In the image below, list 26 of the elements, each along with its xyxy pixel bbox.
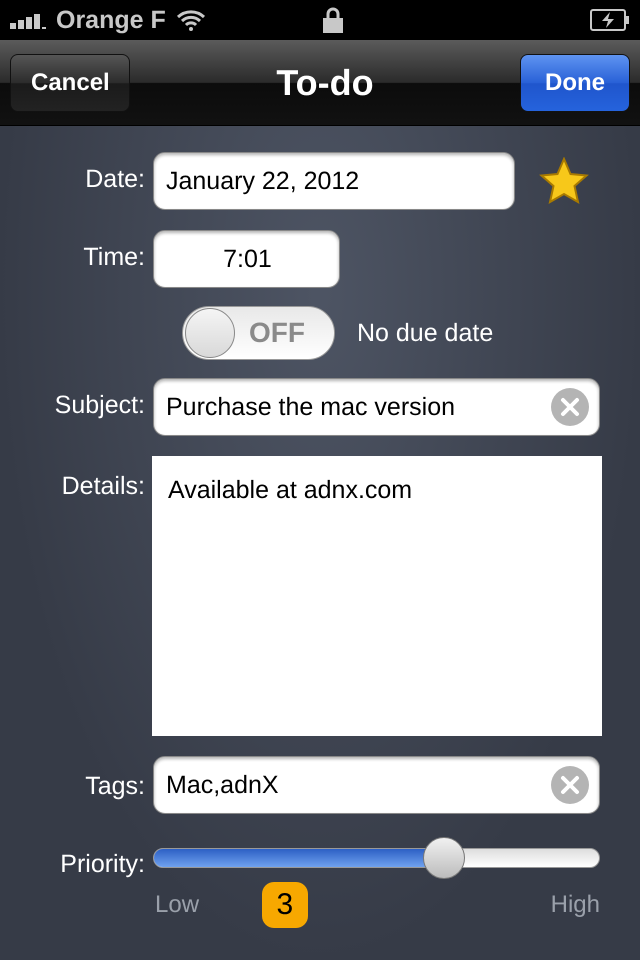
- priority-slider[interactable]: [153, 836, 600, 880]
- priority-label: Priority:: [60, 849, 145, 880]
- carrier-name: Orange F: [56, 6, 166, 34]
- screen-title: To-do: [276, 62, 374, 104]
- tags-label: Tags:: [85, 771, 145, 802]
- subject-field[interactable]: Purchase the mac version: [153, 378, 600, 436]
- priority-value: 3: [262, 882, 308, 928]
- time-field[interactable]: 7:01: [153, 230, 340, 288]
- subject-label: Subject:: [54, 390, 145, 421]
- details-label: Details:: [62, 471, 145, 502]
- battery-charging-icon: [590, 9, 630, 31]
- date-field[interactable]: January 22, 2012: [153, 152, 515, 210]
- tags-field[interactable]: Mac,adnX: [153, 756, 600, 814]
- cancel-button[interactable]: Cancel: [10, 54, 130, 112]
- no-due-date-label: No due date: [357, 318, 494, 348]
- slider-thumb[interactable]: [422, 837, 465, 879]
- wifi-icon: [176, 9, 206, 31]
- low-label: Low: [155, 891, 200, 919]
- time-label: Time:: [83, 242, 145, 273]
- signal-icon: [10, 11, 46, 29]
- details-textarea[interactable]: Available at adnx.com: [152, 456, 602, 736]
- date-label: Date:: [85, 164, 145, 195]
- done-button[interactable]: Done: [520, 54, 630, 112]
- star-icon[interactable]: [539, 157, 589, 205]
- lock-icon: [322, 7, 343, 33]
- high-label: High: [550, 891, 600, 919]
